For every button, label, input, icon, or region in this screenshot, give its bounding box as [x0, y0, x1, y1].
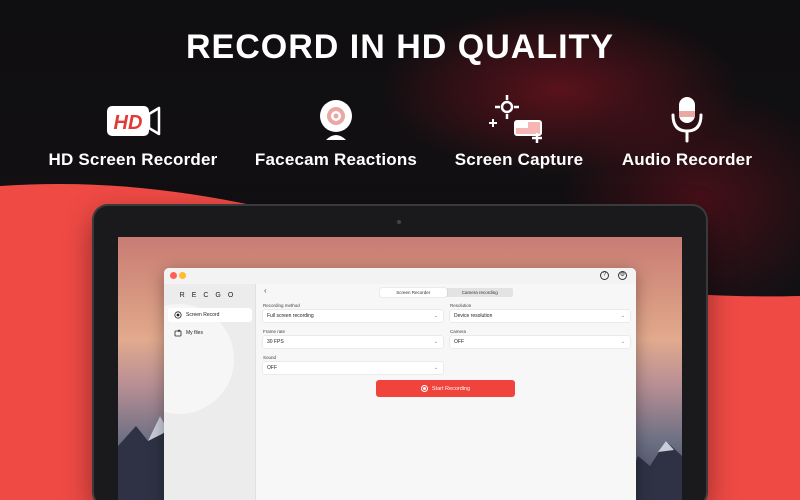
chevron-down-icon: ⌄ [433, 313, 438, 319]
recording-method-value: Full screen recording [267, 313, 314, 319]
tab-screen-recorder[interactable]: Screen Recorder [380, 288, 447, 297]
microphone-icon [587, 96, 787, 144]
sidebar-item-label: My files [186, 330, 203, 336]
laptop-screen: ? ⚙ RECGO Screen Record My files ‹ Scree… [118, 237, 682, 500]
back-button[interactable]: ‹ [264, 286, 267, 295]
camera-label: Camera [450, 329, 467, 334]
sound-value: OFF [267, 365, 277, 371]
record-icon [420, 385, 428, 392]
feature-audio-recorder: Audio Recorder [587, 96, 787, 170]
frame-rate-select[interactable]: 30 FPS ⌄ [263, 336, 443, 348]
sidebar-item-label: Screen Record [186, 312, 220, 318]
recording-method-label: Recording method [263, 303, 300, 308]
camera-select[interactable]: OFF ⌄ [450, 336, 630, 348]
camera-value: OFF [454, 339, 464, 345]
resolution-value: Device resolution [454, 313, 493, 319]
laptop-camera [397, 220, 401, 224]
hd-icon-text: HD [114, 112, 143, 134]
recording-method-select[interactable]: Full screen recording ⌄ [263, 310, 443, 322]
sidebar-item-my-files[interactable]: My files [168, 326, 252, 340]
record-icon [174, 311, 182, 319]
feature-label: Audio Recorder [621, 150, 753, 169]
sound-select[interactable]: OFF ⌄ [263, 362, 443, 374]
start-recording-label: Start Recording [431, 385, 471, 392]
tab-camera-recording[interactable]: Camera recording [447, 288, 514, 297]
frame-rate-value: 30 FPS [267, 339, 284, 345]
sidebar: RECGO Screen Record My files [164, 284, 256, 500]
title-bar: ? ⚙ [164, 268, 636, 284]
sound-label: Sound [263, 355, 277, 360]
resolution-select[interactable]: Device resolution ⌄ [450, 310, 630, 322]
feature-label: Facecam Reactions [254, 150, 418, 169]
help-icon[interactable]: ? [600, 271, 609, 280]
folder-icon [174, 329, 182, 337]
headline: RECORD IN HD QUALITY [186, 28, 614, 66]
sidebar-item-screen-record[interactable]: Screen Record [168, 308, 252, 322]
chevron-down-icon: ⌄ [620, 339, 625, 345]
start-recording-button[interactable]: Start Recording [376, 380, 515, 397]
webcam-icon [236, 96, 436, 144]
app-window: ? ⚙ RECGO Screen Record My files ‹ Scree… [164, 268, 636, 500]
recording-mode-tabs: Screen Recorder Camera recording [380, 288, 513, 297]
frame-rate-label: Frame rate [263, 329, 286, 334]
laptop: ? ⚙ RECGO Screen Record My files ‹ Scree… [94, 206, 706, 500]
main-panel: ‹ Screen Recorder Camera recording Recor… [256, 284, 636, 500]
chevron-down-icon: ⌄ [433, 339, 438, 345]
feature-label: HD Screen Recorder [48, 150, 218, 169]
minimize-window-button[interactable] [179, 272, 186, 279]
feature-facecam-reactions: Facecam Reactions [236, 96, 436, 170]
app-logo: RECGO [179, 292, 241, 299]
settings-icon[interactable]: ⚙ [618, 271, 627, 280]
chevron-down-icon: ⌄ [620, 313, 625, 319]
chevron-down-icon: ⌄ [433, 365, 438, 371]
feature-row: HD HD Screen Recorder Facecam Reactions [0, 95, 800, 176]
feature-hd-screen-recorder: HD HD Screen Recorder [33, 96, 233, 170]
hd-camera-icon: HD [33, 96, 233, 144]
resolution-label: Resolution [450, 303, 472, 308]
close-window-button[interactable] [170, 272, 177, 279]
